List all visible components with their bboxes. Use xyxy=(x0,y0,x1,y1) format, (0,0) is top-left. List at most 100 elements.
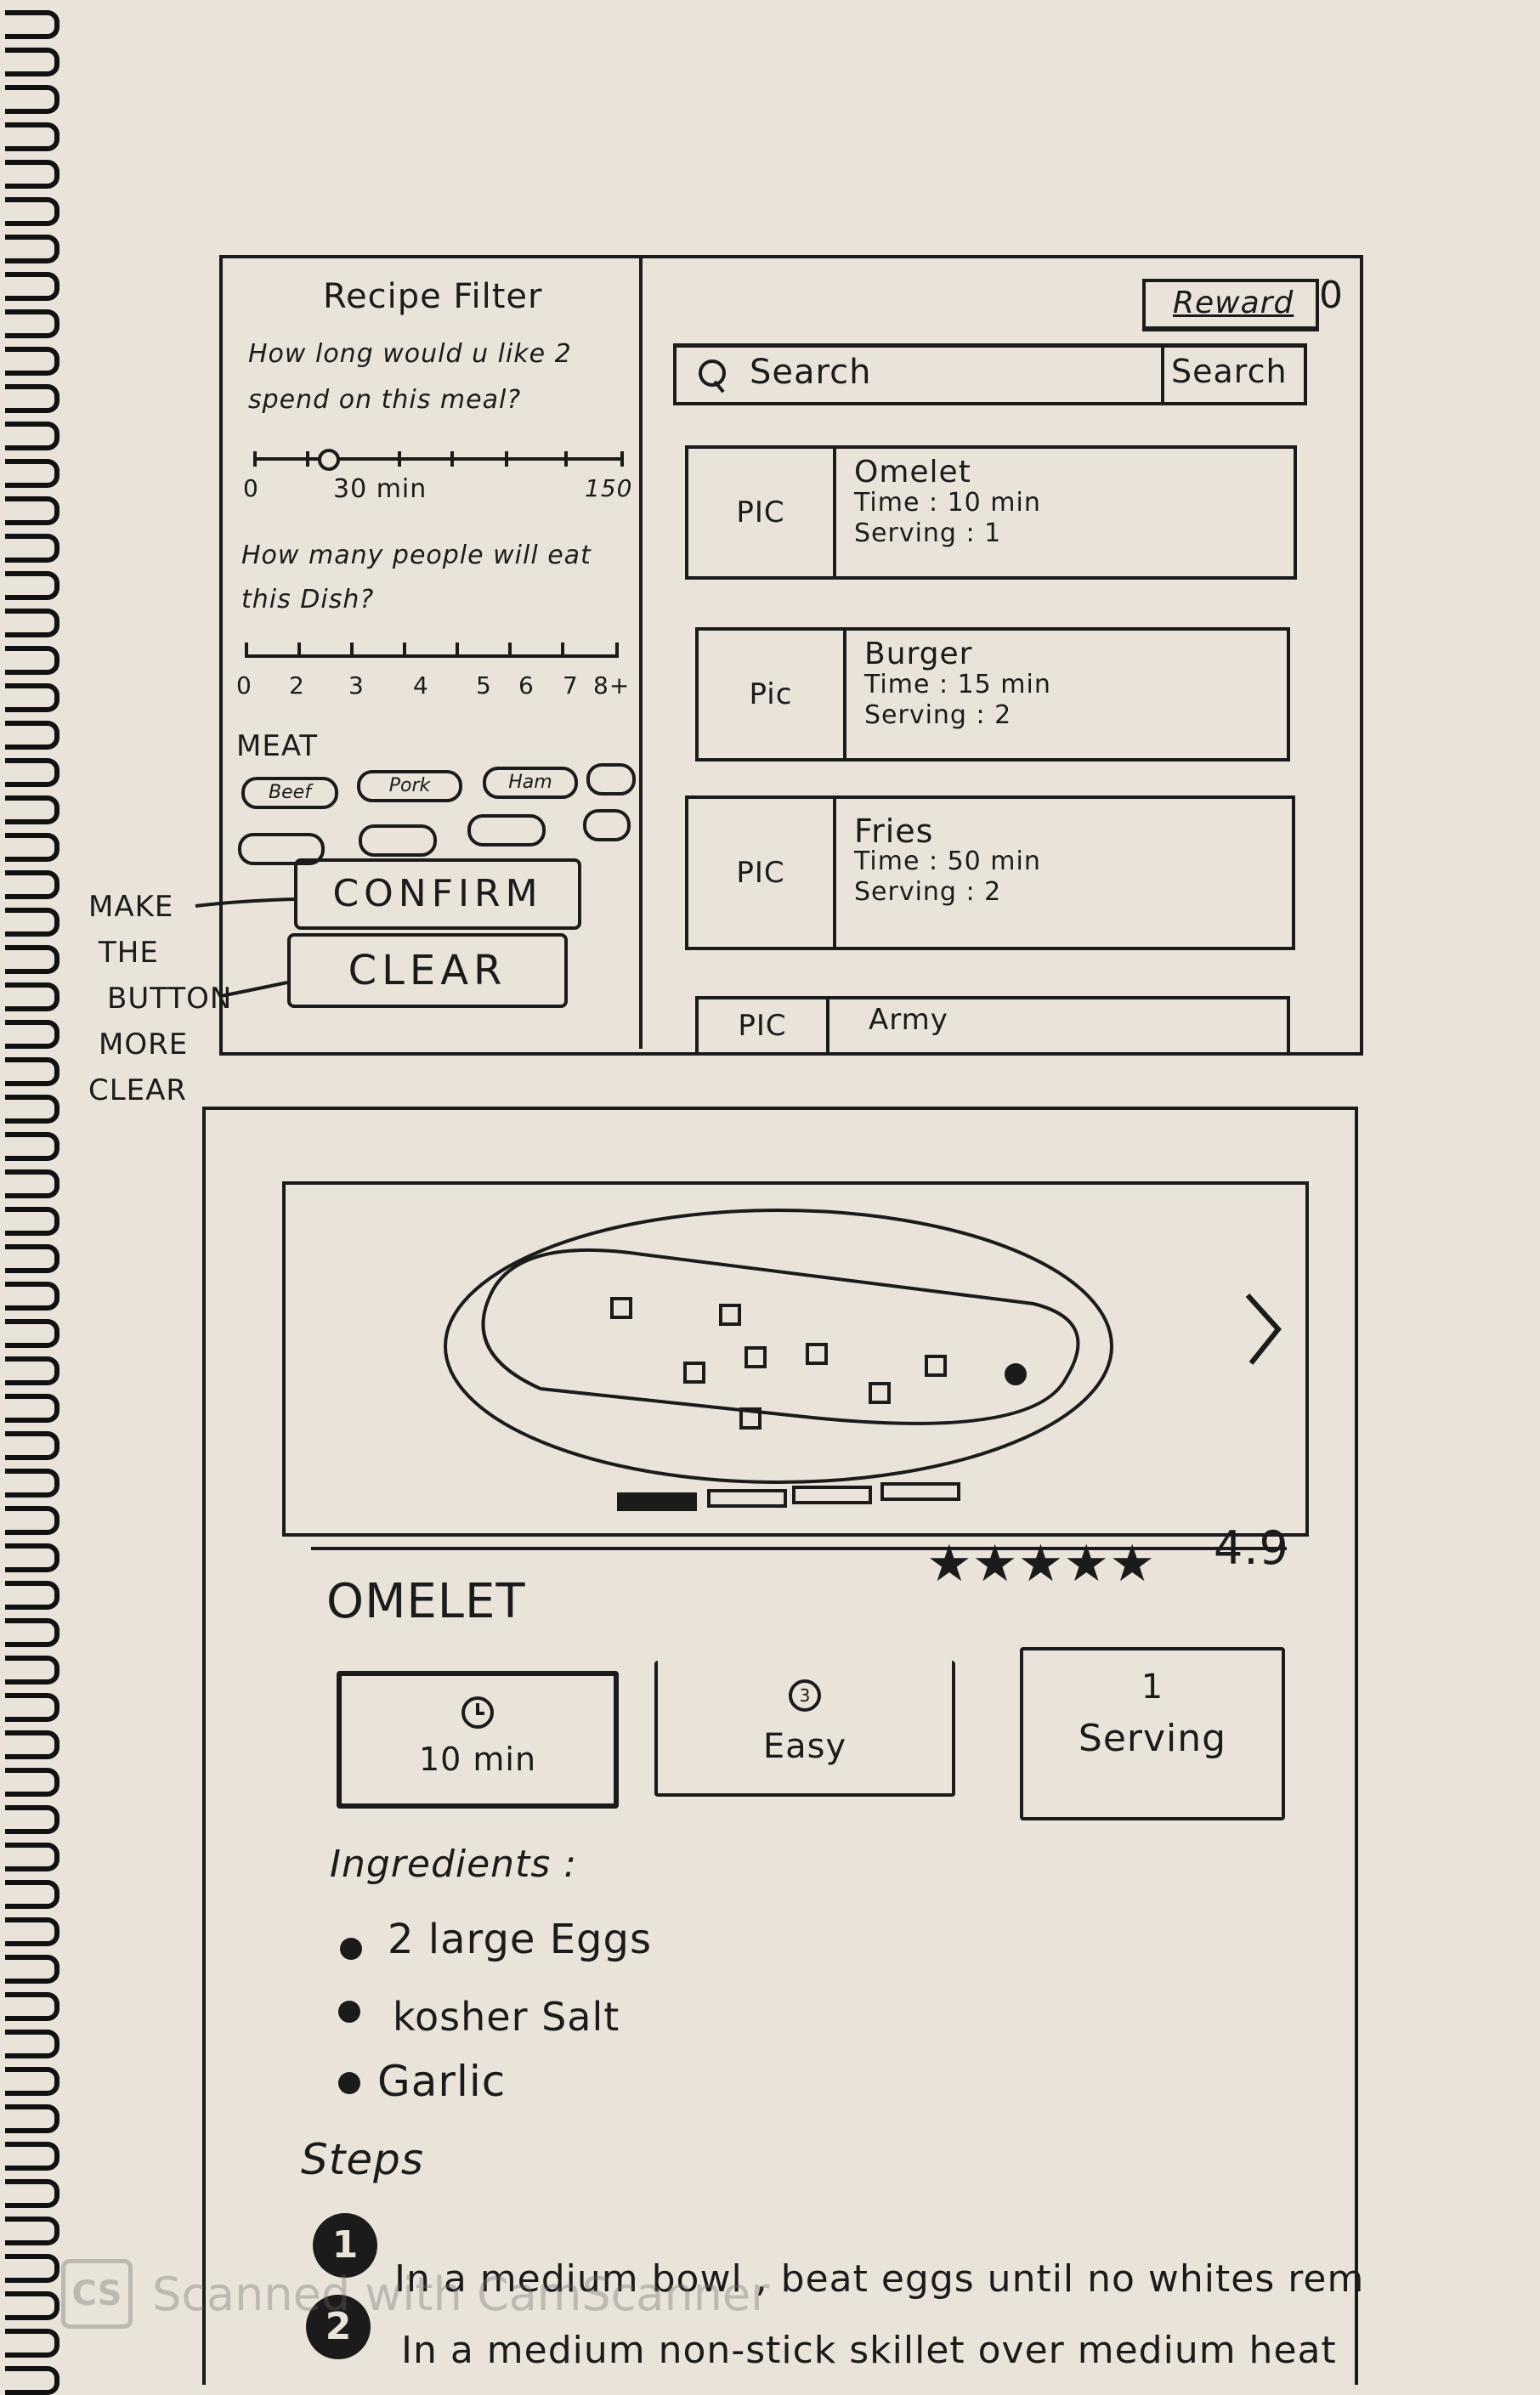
people-tick-labels: 0 2 3 4 5 6 7 8+ xyxy=(236,671,644,705)
time-box: 10 min xyxy=(337,1671,619,1809)
chip-unlabeled-3[interactable] xyxy=(359,824,437,857)
carousel-indicator-4[interactable] xyxy=(880,1482,960,1501)
spiral-coil xyxy=(5,1843,59,1871)
search-input[interactable]: Search xyxy=(750,353,871,392)
spiral-coil xyxy=(5,197,59,226)
meat-heading: MEAT xyxy=(236,729,319,763)
recipe-card-omelet[interactable]: PIC Omelet Time : 10 min Serving : 1 xyxy=(685,445,1297,580)
ingredient-bullet xyxy=(338,2001,360,2023)
filter-title: Recipe Filter xyxy=(323,277,543,316)
recipe-time: Time : 15 min xyxy=(864,670,1051,699)
recipe-card-army[interactable]: PIC Army xyxy=(695,996,1290,1052)
spiral-coil xyxy=(5,10,59,39)
spiral-coil xyxy=(5,945,59,974)
difficulty-icon: 3 xyxy=(789,1679,821,1712)
spiral-coil xyxy=(5,1394,59,1423)
garnish-mark xyxy=(745,1346,767,1368)
recipe-serving: Serving : 1 xyxy=(854,518,1002,548)
recipe-time: Time : 10 min xyxy=(854,488,1041,518)
recipe-name: Burger xyxy=(864,637,973,671)
recipe-pic: Pic xyxy=(699,631,846,758)
scanner-watermark: CS Scanned with CamScanner xyxy=(61,2259,769,2329)
time-slider[interactable] xyxy=(253,442,624,476)
star-icon: ★ xyxy=(1017,1534,1064,1594)
recipe-serving: Serving : 2 xyxy=(864,700,1012,730)
people-tick-5: 6 xyxy=(518,671,535,699)
scanner-logo-icon: CS xyxy=(61,2259,133,2329)
chip-unlabeled-5[interactable] xyxy=(583,809,631,841)
recipe-image-carousel[interactable] xyxy=(282,1181,1309,1537)
time-question: How long would u like 2 spend on this me… xyxy=(248,339,572,415)
reward-count: 0 xyxy=(1319,274,1344,317)
time-value-label: 30 min xyxy=(333,474,427,504)
recipe-card-burger[interactable]: Pic Burger Time : 15 min Serving : 2 xyxy=(695,627,1290,762)
time-max-label: 150 xyxy=(585,474,633,502)
spiral-coil xyxy=(5,1506,59,1535)
people-tick-0: 0 xyxy=(236,671,252,699)
next-image-chevron-icon[interactable] xyxy=(1239,1287,1290,1372)
difficulty-box: 3 Easy xyxy=(654,1661,955,1797)
spiral-coil xyxy=(5,571,59,600)
spiral-coil xyxy=(5,646,59,675)
garnish-mark xyxy=(806,1343,828,1365)
spiral-coil xyxy=(5,1543,59,1572)
carousel-indicator-1[interactable] xyxy=(617,1492,697,1511)
recipe-name: Omelet xyxy=(854,455,971,490)
people-slider[interactable] xyxy=(245,639,619,673)
spiral-coil xyxy=(5,2291,59,2320)
carousel-indicator-2[interactable] xyxy=(707,1489,787,1508)
chip-beef[interactable]: Beef xyxy=(241,777,338,809)
carousel-indicator-3[interactable] xyxy=(792,1486,872,1504)
search-icon xyxy=(699,360,726,387)
garnish-mark xyxy=(683,1362,705,1384)
spiral-coil xyxy=(5,122,59,151)
spiral-coil xyxy=(5,1057,59,1086)
chip-pork[interactable]: Pork xyxy=(357,770,462,802)
search-bar[interactable]: Search Search xyxy=(673,343,1307,405)
garnish-mark xyxy=(610,1297,632,1319)
spiral-coil xyxy=(5,1431,59,1460)
spiral-coil xyxy=(5,160,59,189)
garnish-mark xyxy=(925,1355,947,1377)
spiral-coil xyxy=(5,459,59,488)
recipe-info: Burger Time : 15 min Serving : 2 xyxy=(864,639,1051,731)
time-value: 10 min xyxy=(418,1741,537,1778)
rating-stars: ★★★★★ xyxy=(926,1538,1155,1589)
spiral-coil xyxy=(5,833,59,862)
ingredient-2: kosher Salt xyxy=(393,1994,620,2040)
steps-heading: Steps xyxy=(301,2135,424,2184)
reward-badge[interactable]: Reward xyxy=(1142,279,1319,331)
spiral-coil xyxy=(5,2217,59,2245)
star-icon: ★ xyxy=(971,1534,1018,1594)
chip-unlabeled-1[interactable] xyxy=(586,763,636,796)
people-tick-4: 5 xyxy=(476,671,492,699)
spiral-coil xyxy=(5,1356,59,1385)
recipe-info: Fries Time : 50 min Serving : 2 xyxy=(854,815,1041,908)
difficulty-value: Easy xyxy=(762,1727,847,1766)
recipe-title: OMELET xyxy=(326,1574,526,1629)
recipe-info: Army xyxy=(869,1005,948,1035)
serving-count: 1 xyxy=(1141,1667,1164,1707)
ingredient-1: 2 large Eggs xyxy=(388,1916,652,1963)
search-button[interactable]: Search xyxy=(1161,348,1288,402)
spiral-coil xyxy=(5,534,59,563)
filter-divider xyxy=(639,255,643,1049)
clear-button[interactable]: CLEAR xyxy=(287,933,568,1008)
recipe-pic: PIC xyxy=(688,449,836,576)
spiral-coil xyxy=(5,2030,59,2058)
spiral-coil xyxy=(5,1730,59,1759)
recipe-name: Army xyxy=(869,1003,948,1037)
clock-icon xyxy=(461,1696,494,1729)
spiral-coil xyxy=(5,2366,59,2395)
chip-ham[interactable]: Ham xyxy=(483,767,578,799)
confirm-button[interactable]: CONFIRM xyxy=(294,858,581,930)
spiral-coil xyxy=(5,2067,59,2096)
chip-unlabeled-4[interactable] xyxy=(467,814,546,846)
spiral-coil xyxy=(5,1768,59,1797)
time-slider-knob[interactable] xyxy=(318,449,341,471)
rating-value: 4.9 xyxy=(1214,1521,1289,1575)
recipe-card-fries[interactable]: PIC Fries Time : 50 min Serving : 2 xyxy=(685,796,1295,950)
spiral-coil xyxy=(5,2329,59,2358)
spiral-coil xyxy=(5,1917,59,1946)
spiral-coil xyxy=(5,1880,59,1909)
